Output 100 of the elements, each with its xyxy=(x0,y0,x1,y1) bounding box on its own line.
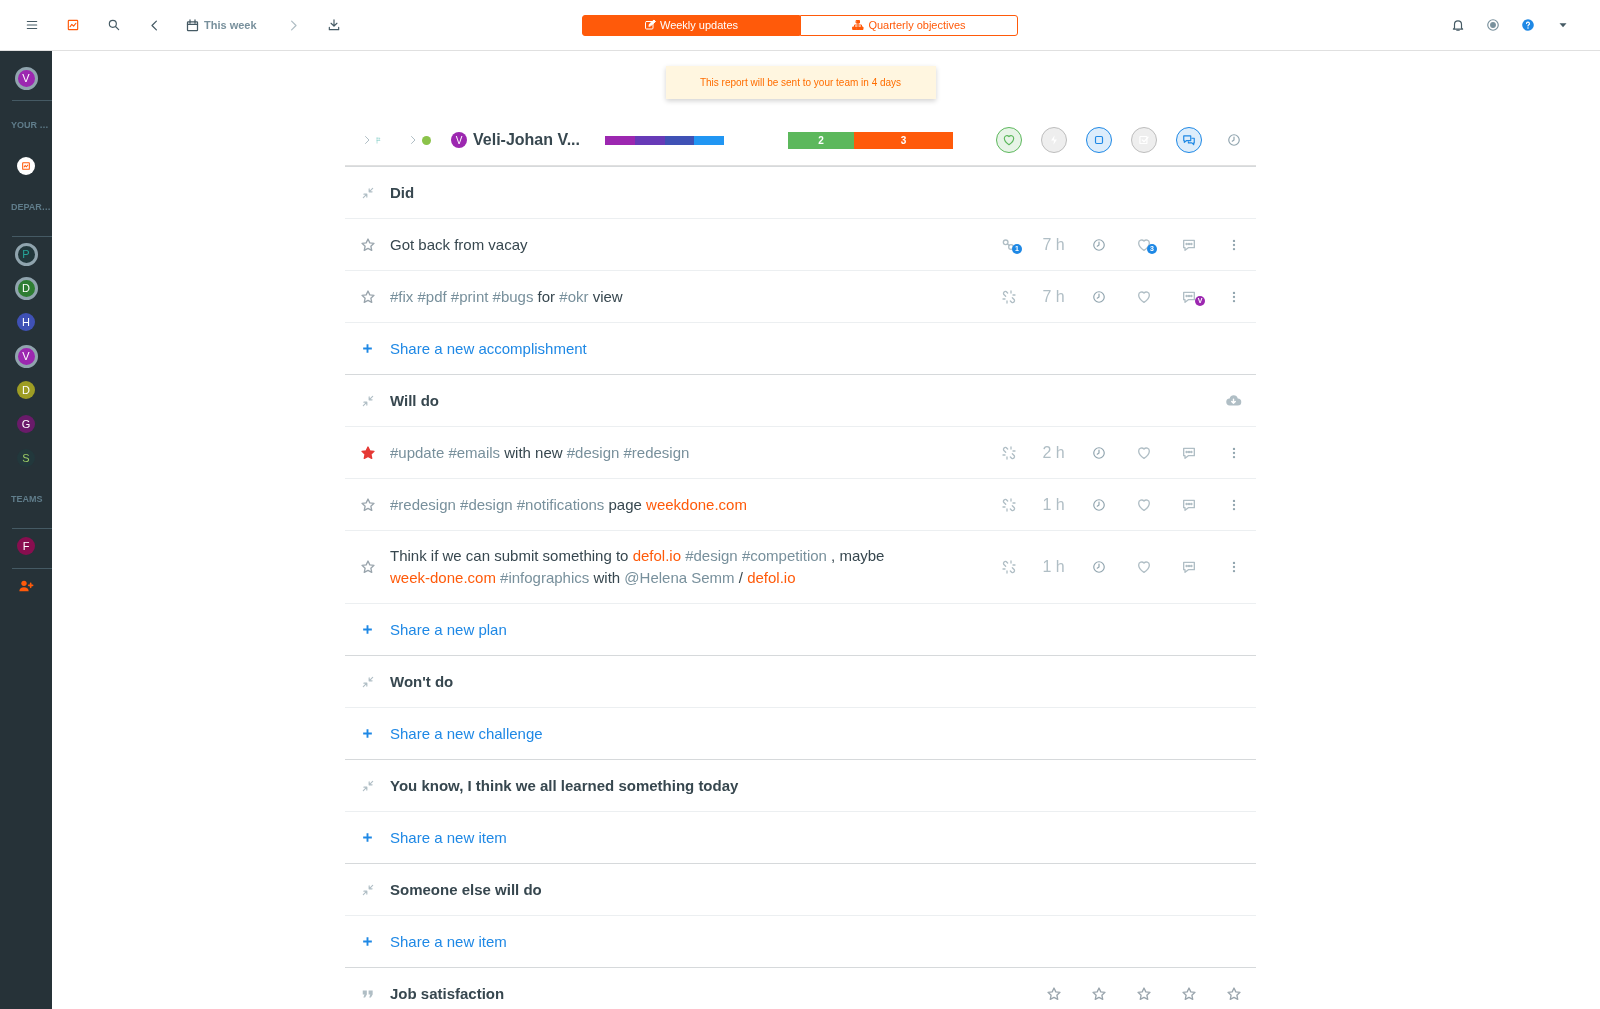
share-link[interactable]: Share a new item xyxy=(390,932,507,950)
clock-icon[interactable] xyxy=(1091,237,1106,252)
tab[interactable]: Quarterly objectives xyxy=(800,14,1018,36)
broken-link-icon[interactable] xyxy=(1000,496,1017,513)
link[interactable]: defol.io xyxy=(747,569,796,586)
avatar[interactable]: P xyxy=(14,242,38,266)
star-icon[interactable] xyxy=(359,444,376,461)
section-label: YOUR … xyxy=(10,119,50,132)
star-icon[interactable] xyxy=(1045,985,1062,1002)
chat-toggle[interactable] xyxy=(1175,127,1202,153)
search-icon[interactable] xyxy=(106,18,121,32)
compress-icon[interactable] xyxy=(360,393,375,408)
sitemap-icon xyxy=(852,19,865,31)
broken-link-icon[interactable] xyxy=(1000,559,1017,575)
time-estimate[interactable]: 2 h xyxy=(1042,443,1065,462)
item-text: #redesign #design #notifications page weekdone.com xyxy=(390,494,748,515)
clock-icon[interactable] xyxy=(1091,445,1106,460)
star-icon[interactable] xyxy=(1225,985,1242,1002)
plus-icon[interactable] xyxy=(361,623,374,636)
star-icon[interactable] xyxy=(359,236,376,253)
share-link[interactable]: Share a new accomplishment xyxy=(390,339,587,357)
plus-icon[interactable] xyxy=(361,831,374,844)
share-link[interactable]: Share a new challenge xyxy=(390,724,543,742)
heart-icon xyxy=(1001,133,1016,147)
calendar-icon xyxy=(185,17,200,33)
heart-icon[interactable] xyxy=(1135,444,1152,461)
star-icon[interactable] xyxy=(359,496,376,513)
time-estimate[interactable]: 1 h xyxy=(1042,495,1065,514)
user-name[interactable]: Veli-Johan V... xyxy=(473,131,593,149)
share-link[interactable]: Share a new plan xyxy=(390,620,507,638)
avatar[interactable]: H xyxy=(17,313,35,331)
clock-icon[interactable] xyxy=(1091,560,1106,574)
heart-icon[interactable] xyxy=(1135,236,1152,253)
section-label: DEPAR… xyxy=(10,201,52,214)
plus-icon[interactable] xyxy=(361,935,374,948)
heart-icon[interactable] xyxy=(1135,559,1152,575)
compress-icon[interactable] xyxy=(360,674,375,689)
time-estimate[interactable]: 7 h xyxy=(1042,235,1065,254)
tab[interactable]: Weekly updates xyxy=(582,14,800,36)
star-icon[interactable] xyxy=(1090,985,1107,1002)
week-picker[interactable]: This week xyxy=(185,17,257,33)
heart-icon[interactable] xyxy=(1135,288,1152,305)
share-link[interactable]: Share a new item xyxy=(390,828,507,846)
link[interactable]: defol.io xyxy=(632,547,681,564)
link[interactable]: week-done.com xyxy=(390,569,496,586)
item-text: Think if we can submit something to defol.io #design #competition , maybe week-done.com #infographics with @Helena Semm / defol.io xyxy=(390,546,886,588)
heart-icon[interactable] xyxy=(1135,496,1152,513)
avatar[interactable]: D xyxy=(14,276,38,300)
avatar: V xyxy=(451,132,467,148)
star-icon[interactable] xyxy=(1180,985,1197,1002)
help-icon[interactable] xyxy=(1520,18,1535,32)
avatar[interactable]: F xyxy=(17,537,35,555)
time-estimate[interactable]: 7 h xyxy=(1042,287,1065,306)
square-toggle[interactable] xyxy=(1085,127,1112,153)
compress-icon[interactable] xyxy=(360,185,375,200)
avatar[interactable]: V xyxy=(14,66,38,90)
heart-toggle[interactable] xyxy=(995,127,1022,153)
compress-icon[interactable] xyxy=(360,778,375,793)
checkbox-icon xyxy=(1136,133,1151,147)
bell-icon[interactable] xyxy=(1450,18,1465,32)
edit-icon xyxy=(643,19,656,31)
broken-link-icon[interactable] xyxy=(1000,444,1017,461)
chart-icon[interactable] xyxy=(65,18,80,32)
section-title: Did xyxy=(390,184,416,201)
count-segment: 2 xyxy=(788,131,854,149)
item-text: #fix #pdf #print #bugs for #okr view xyxy=(390,286,624,307)
time-estimate[interactable]: 1 h xyxy=(1042,558,1065,576)
chat-icon xyxy=(1181,133,1196,147)
item-text: #update #emails with new #design #redesign xyxy=(390,442,691,463)
bolt-toggle[interactable] xyxy=(1040,127,1067,153)
plus-icon[interactable] xyxy=(361,727,374,740)
link[interactable]: weekdone.com xyxy=(646,495,747,513)
item-text: Got back from vacay xyxy=(390,234,529,255)
menu-icon[interactable] xyxy=(24,18,39,32)
add-user-icon[interactable] xyxy=(18,578,34,594)
avatar[interactable]: G xyxy=(17,415,35,433)
section-title: Won't do xyxy=(390,673,455,690)
section-title: Someone else will do xyxy=(390,881,543,898)
notice-banner: This report will be sent to your team in 4 days xyxy=(665,66,936,99)
plus-icon[interactable] xyxy=(361,342,374,355)
avatar[interactable]: V xyxy=(14,344,38,368)
clock-icon[interactable] xyxy=(1226,133,1241,147)
avatar[interactable]: D xyxy=(17,381,35,399)
star-icon[interactable] xyxy=(359,559,376,575)
download-icon[interactable] xyxy=(327,18,342,32)
avatar[interactable]: S xyxy=(17,449,35,467)
section-title: You know, I think we all learned something today xyxy=(390,777,740,794)
checkbox-toggle[interactable] xyxy=(1130,127,1157,153)
clock-icon[interactable] xyxy=(1091,289,1106,304)
section-title: Will do xyxy=(390,392,441,409)
clock-icon[interactable] xyxy=(1091,497,1106,512)
compress-icon[interactable] xyxy=(360,882,375,897)
report-icon[interactable] xyxy=(17,157,35,175)
broken-link-icon[interactable] xyxy=(1000,288,1017,305)
star-icon[interactable] xyxy=(359,288,376,305)
count-segment: 3 xyxy=(854,131,953,149)
star-icon[interactable] xyxy=(1135,985,1152,1002)
section-label: TEAMS xyxy=(10,493,44,506)
target-icon[interactable] xyxy=(1485,18,1500,32)
section-title: Job satisfaction xyxy=(390,985,506,1002)
